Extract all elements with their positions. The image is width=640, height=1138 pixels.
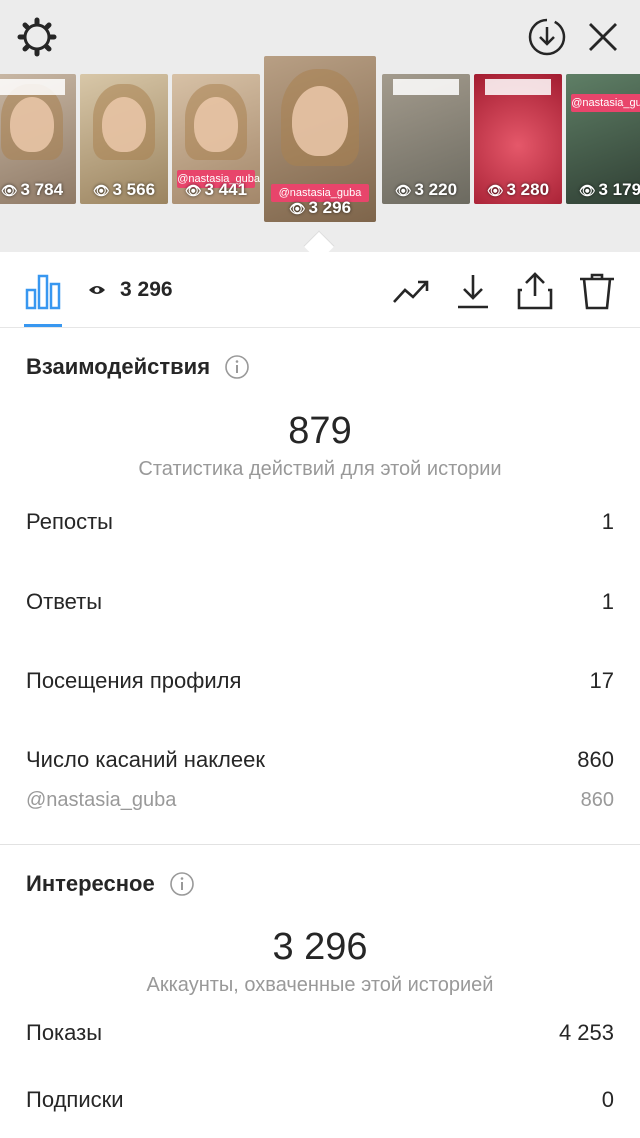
stat-value: 17: [589, 668, 614, 693]
discovery-title: Интересное: [26, 871, 155, 896]
interactions-header: Взаимодействия: [26, 354, 250, 380]
thumbnail-views: 3 280: [506, 180, 550, 199]
story-thumbnail[interactable]: 👁 3 280: [474, 74, 562, 204]
thumbnail-views: 3 784: [20, 180, 64, 199]
stat-label: Посещения профиля: [26, 668, 242, 693]
trend-icon[interactable]: [390, 270, 432, 312]
thumbnail-views: 3 296: [308, 198, 352, 217]
stat-value: 1: [601, 509, 614, 534]
stat-value: 860: [577, 747, 614, 772]
interactions-total: 879: [288, 410, 352, 452]
gear-icon[interactable]: [16, 16, 58, 58]
stat-row-sticker-taps: Число касаний наклеек 860: [26, 747, 614, 773]
interactions-title: Взаимодействия: [26, 354, 211, 379]
views-count-value: 3 296: [120, 278, 173, 301]
stat-row-profile-visits: Посещения профиля 17: [26, 668, 614, 694]
download-icon[interactable]: [452, 270, 494, 312]
stat-label: Число касаний наклеек: [26, 747, 265, 772]
thumbnail-views: 3 566: [112, 180, 156, 199]
mention-sticker: @nastasia_guba: [571, 94, 640, 112]
stat-value: 0: [601, 1087, 614, 1112]
stat-label: Подписки: [26, 1087, 124, 1112]
story-thumbnail-active[interactable]: @nastasia_guba 👁 3 296: [264, 56, 376, 222]
stat-value: 4 253: [558, 1020, 614, 1045]
discovery-subtitle: Аккаунты, охваченные этой историей: [146, 974, 494, 996]
thumbnail-views: 3 441: [204, 180, 248, 199]
eye-icon: [89, 286, 105, 294]
story-thumbnail[interactable]: 👁 3 784: [0, 74, 76, 204]
story-toolbar: 3 296: [0, 252, 640, 328]
stories-header: 👁 3 784 👁 3 566 @nastasia_guba 👁 3 441 @nas…: [0, 0, 640, 262]
story-thumbnails: 👁 3 784 👁 3 566 @nastasia_guba 👁 3 441 @nas…: [0, 56, 640, 236]
sticker-detail-label: @nastasia_guba: [26, 789, 177, 811]
stat-row-reposts: Репосты 1: [26, 509, 614, 535]
active-tab-underline: [24, 324, 62, 327]
trash-icon[interactable]: [576, 270, 618, 312]
stat-label: Ответы: [26, 589, 103, 614]
discovery-total: 3 296: [272, 926, 368, 968]
close-icon[interactable]: [584, 18, 622, 56]
section-divider: [0, 844, 640, 845]
thumbnail-views: 3 220: [414, 180, 458, 199]
sticker-detail-value: 860: [580, 789, 614, 811]
story-thumbnail[interactable]: 👁 3 566: [80, 74, 168, 204]
interactions-subtitle: Статистика действий для этой истории: [138, 458, 502, 480]
share-icon[interactable]: [514, 270, 556, 312]
save-circle-icon[interactable]: [526, 16, 568, 58]
story-thumbnail[interactable]: @nastasia_guba 👁 3 441: [172, 74, 260, 204]
discovery-header: Интересное: [26, 871, 195, 897]
story-thumbnail[interactable]: 👁 3 220: [382, 74, 470, 204]
views-count: 3 296: [88, 278, 173, 302]
thumbnail-views: 3 179: [598, 180, 640, 199]
stat-row-impressions: Показы 4 253: [26, 1020, 614, 1046]
sticker-detail-row: @nastasia_guba 860: [26, 789, 614, 812]
story-thumbnail[interactable]: @nastasia_guba 👁3 179: [566, 74, 640, 204]
info-icon[interactable]: [224, 354, 250, 380]
stat-label: Репосты: [26, 509, 113, 534]
bar-chart-icon[interactable]: [22, 270, 64, 312]
stat-label: Показы: [26, 1020, 103, 1045]
stat-row-replies: Ответы 1: [26, 589, 614, 615]
info-icon[interactable]: [169, 871, 195, 897]
stat-row-follows: Подписки 0: [26, 1087, 614, 1113]
stat-value: 1: [601, 589, 614, 614]
